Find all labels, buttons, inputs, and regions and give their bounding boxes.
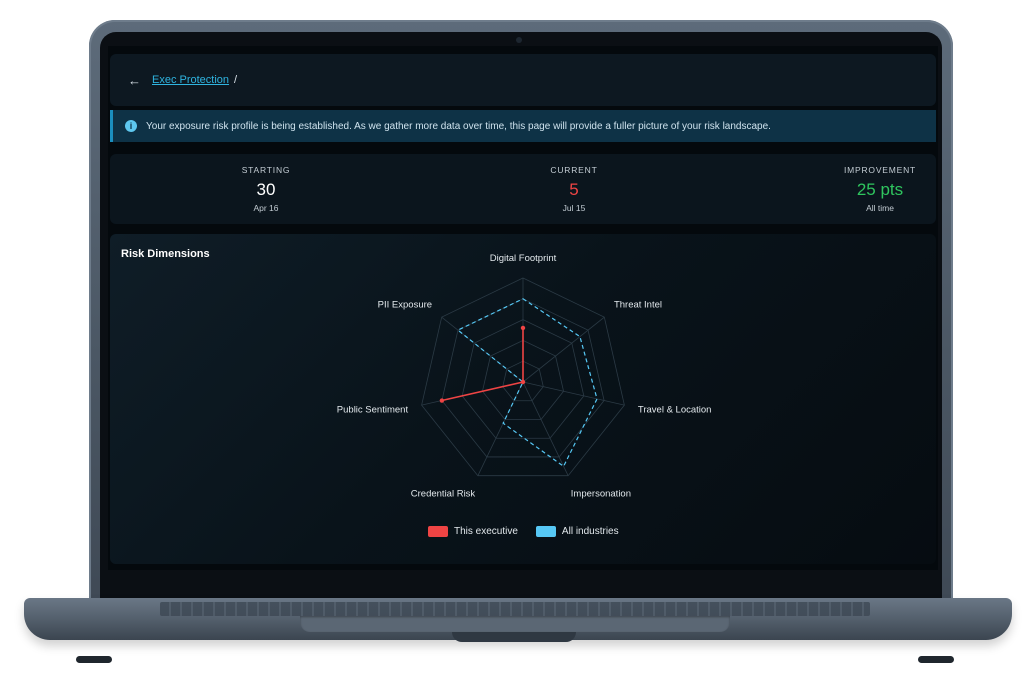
base-notch bbox=[452, 632, 576, 642]
laptop-foot bbox=[918, 656, 954, 663]
stat-label: CURRENT bbox=[550, 165, 598, 175]
series-point-executive bbox=[520, 379, 526, 385]
arrow-left-icon[interactable]: ← bbox=[128, 74, 142, 87]
info-icon: i bbox=[125, 120, 137, 132]
legend-label: This executive bbox=[454, 526, 518, 537]
axis-label: Credential Risk bbox=[411, 489, 476, 500]
info-banner: i Your exposure risk profile is being es… bbox=[110, 110, 936, 142]
series-line-industries bbox=[456, 298, 598, 468]
series-point-executive bbox=[520, 325, 526, 331]
legend-label: All industries bbox=[561, 526, 619, 537]
stat-value: 5 bbox=[569, 180, 579, 199]
stat-date: Apr 16 bbox=[253, 203, 279, 213]
trackpad bbox=[300, 616, 730, 632]
legend-swatch bbox=[428, 526, 448, 537]
stat-value: 25 pts bbox=[856, 180, 904, 199]
axis-label: PII Exposure bbox=[378, 300, 432, 311]
axis-label: Digital Footprint bbox=[490, 253, 557, 264]
series-point-executive bbox=[439, 398, 445, 403]
stat-label: IMPROVEMENT bbox=[843, 165, 917, 175]
legend-swatch bbox=[535, 526, 556, 537]
legend-item-industries[interactable]: All industries bbox=[535, 526, 619, 537]
stat-starting: STARTING 30 Apr 16 bbox=[186, 154, 346, 213]
stat-label: STARTING bbox=[241, 165, 291, 175]
axis-label: Threat Intel bbox=[614, 300, 662, 311]
radar-spoke bbox=[522, 381, 569, 476]
axis-label: Travel & Location bbox=[638, 405, 712, 416]
laptop-foot bbox=[76, 656, 112, 663]
breadcrumb-link-exec-protection[interactable]: Exec Protection bbox=[152, 74, 229, 86]
header-bar: ← Exec Protection / bbox=[110, 54, 936, 106]
stat-current: CURRENT 5 Jul 15 bbox=[494, 154, 654, 213]
webcam-icon bbox=[516, 37, 522, 43]
radar-chart: Digital Footprint Threat Intel Travel & Lo… bbox=[337, 253, 712, 500]
stat-date: All time bbox=[866, 203, 894, 213]
stat-improvement: IMPROVEMENT 25 pts All time bbox=[800, 154, 938, 213]
axis-label: Impersonation bbox=[571, 489, 631, 500]
info-banner-text: Your exposure risk profile is being esta… bbox=[146, 120, 771, 132]
app-screen: ← Exec Protection / i Your exposure risk… bbox=[108, 46, 938, 570]
legend-item-executive[interactable]: This executive bbox=[428, 526, 518, 537]
score-summary: STARTING 30 Apr 16 CURRENT 5 Jul 15 IMPR… bbox=[110, 154, 936, 224]
breadcrumb-separator: / bbox=[234, 74, 238, 86]
radar-spoke bbox=[477, 381, 524, 476]
keyboard bbox=[160, 602, 870, 616]
stat-value: 30 bbox=[256, 180, 276, 199]
risk-dimensions-card: Risk Dimensions Digital Footprint Threat … bbox=[110, 234, 936, 564]
chart-legend: This executive All industries bbox=[428, 526, 619, 537]
axis-label: Public Sentiment bbox=[337, 405, 409, 416]
stat-date: Jul 15 bbox=[562, 203, 586, 213]
